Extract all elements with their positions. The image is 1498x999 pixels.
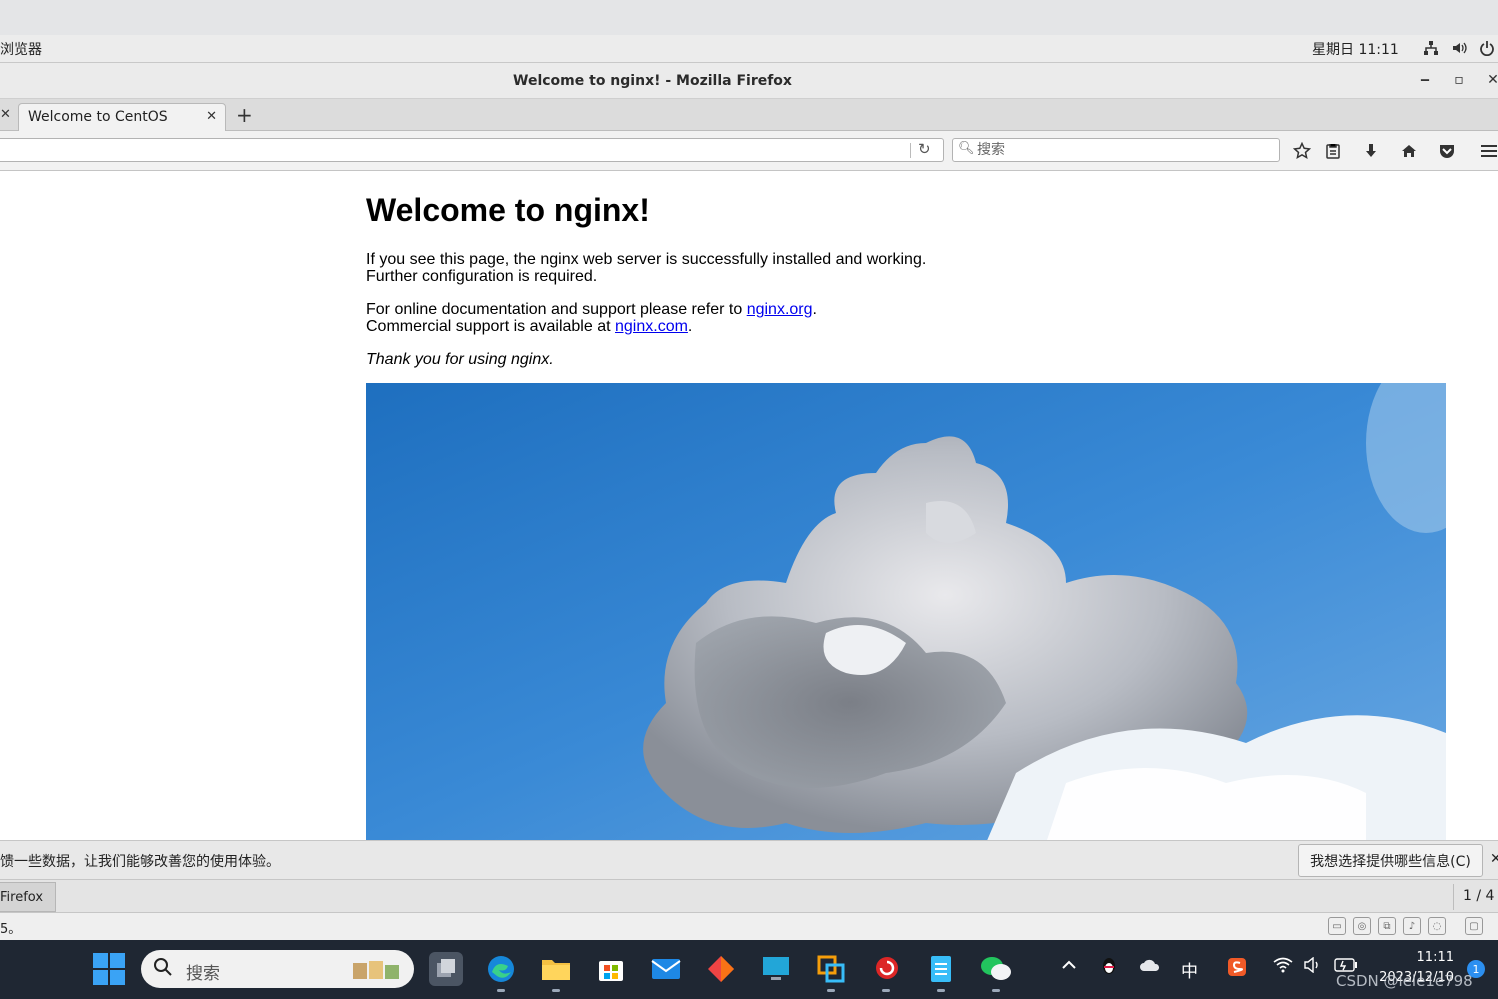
running-indicator <box>882 989 890 992</box>
usb-icon[interactable]: ◌ <box>1428 917 1446 935</box>
notification-bar: 馈一些数据，让我们能够改善您的使用体验。 我想选择提供哪些信息(C) ✕ <box>0 840 1498 880</box>
commercial-text: Commercial support is available at <box>366 318 615 335</box>
search-highlight-icon <box>353 961 399 979</box>
microsoft-store-icon[interactable] <box>594 952 628 986</box>
running-indicator <box>937 989 945 992</box>
docs-text: For online documentation and support ple… <box>366 301 747 318</box>
new-tab-button[interactable]: + <box>236 103 253 127</box>
hamburger-menu-icon[interactable] <box>1476 140 1498 162</box>
tab-label: Welcome to CentOS <box>28 109 168 125</box>
tab-strip: ✕ Welcome to CentOS ✕ + <box>0 99 1498 131</box>
wechat-icon[interactable] <box>979 952 1013 992</box>
gnome-clock[interactable]: 星期日 11:11 <box>1312 39 1399 59</box>
running-indicator <box>992 989 1000 992</box>
gnome-system-tray[interactable] <box>1422 38 1496 58</box>
power-icon[interactable] <box>1478 38 1496 58</box>
clock-time: 11:11 <box>1416 950 1454 965</box>
sogou-input-icon[interactable] <box>1227 957 1247 981</box>
close-notification-icon[interactable]: ✕ <box>1490 851 1498 867</box>
search-icon: 🔍︎ <box>958 141 975 156</box>
workspace-indicator[interactable]: 1 / 4 <box>1453 884 1498 910</box>
search-icon <box>153 957 173 982</box>
onedrive-cloud-icon[interactable] <box>1139 957 1161 976</box>
host-top-strip <box>0 0 1498 35</box>
activities-menu[interactable]: 浏览器 <box>0 39 42 59</box>
message-log-icon[interactable]: ▢ <box>1465 917 1483 935</box>
ime-indicator[interactable]: 中 <box>1181 957 1198 982</box>
reading-list-icon[interactable] <box>1321 140 1345 162</box>
vm-status-bar: 5。 ▭ ◎ ⧉ ♪ ◌ ▢ <box>0 913 1498 940</box>
running-indicator <box>827 989 835 992</box>
bookmark-star-icon[interactable] <box>1290 140 1314 162</box>
running-indicator <box>552 989 560 992</box>
speaker-icon[interactable] <box>1303 956 1323 977</box>
sound-card-icon[interactable]: ♪ <box>1403 917 1421 935</box>
cd-drive-icon[interactable]: ◎ <box>1353 917 1371 935</box>
task-firefox[interactable]: Firefox <box>0 882 56 912</box>
remote-desktop-icon[interactable] <box>759 952 793 986</box>
docs-paragraph: For online documentation and support ple… <box>366 301 817 318</box>
vm-device-icons: ▭ ◎ ⧉ ♪ ◌ ▢ <box>1328 917 1483 935</box>
csdn-watermark: CSDN @lele1e798 <box>1336 972 1473 990</box>
running-indicator <box>497 989 505 992</box>
url-bar[interactable]: ↻ <box>0 138 944 162</box>
hard-disk-icon[interactable]: ▭ <box>1328 917 1346 935</box>
volume-icon[interactable] <box>1450 38 1468 58</box>
reload-icon[interactable]: ↻ <box>918 140 931 158</box>
intro-line-1: If you see this page, the nginx web serv… <box>366 251 927 268</box>
home-icon[interactable] <box>1397 140 1421 162</box>
notification-message: 馈一些数据，让我们能够改善您的使用体验。 <box>0 854 280 870</box>
windows-taskbar: 搜索 中 11:11 2023/12/10 1 CSDN @lele1e798 <box>0 940 1498 999</box>
close-tab-icon[interactable]: ✕ <box>0 107 11 122</box>
vmware-icon[interactable] <box>814 952 848 992</box>
page-content: Welcome to nginx! If you see this page, … <box>0 171 1498 840</box>
urlbar-separator <box>910 143 911 158</box>
gnome-top-bar: 浏览器 星期日 11:11 <box>0 35 1498 63</box>
windows-search-box[interactable]: 搜索 <box>141 950 414 988</box>
network-icon[interactable] <box>1422 38 1440 58</box>
cloud-sky-image <box>366 383 1446 840</box>
search-bar[interactable]: 🔍︎ <box>952 138 1280 162</box>
close-window-button[interactable]: ✕ <box>1482 69 1498 91</box>
snail-app-icon[interactable] <box>869 952 903 992</box>
pocket-icon[interactable] <box>1435 140 1459 162</box>
maximize-button[interactable]: ▫ <box>1448 69 1470 91</box>
minimize-button[interactable]: ‒ <box>1414 69 1436 91</box>
page-heading: Welcome to nginx! <box>366 192 650 228</box>
window-list-bar: Firefox 1 / 4 <box>0 880 1498 913</box>
task-view-icon[interactable] <box>429 952 463 986</box>
nginx-org-link[interactable]: nginx.org <box>747 301 813 318</box>
network-adapter-icon[interactable]: ⧉ <box>1378 917 1396 935</box>
windows-start-icon[interactable] <box>93 953 125 985</box>
wifi-icon[interactable] <box>1273 957 1293 977</box>
edge-browser-icon[interactable] <box>484 952 518 992</box>
navigation-toolbar: ↻ 🔍︎ <box>0 131 1498 171</box>
nginx-com-link[interactable]: nginx.com <box>615 318 688 335</box>
windows-search-label: 搜索 <box>186 964 220 984</box>
window-title: Welcome to nginx! - Mozilla Firefox <box>513 73 792 89</box>
vm-status-text: 5。 <box>0 922 22 937</box>
file-explorer-icon[interactable] <box>539 952 573 992</box>
docs-suffix: . <box>812 301 817 318</box>
mail-icon[interactable] <box>649 952 683 986</box>
commercial-suffix: . <box>687 318 693 335</box>
search-input[interactable] <box>977 141 1267 159</box>
chevron-up-icon[interactable] <box>1061 957 1077 977</box>
git-client-icon[interactable] <box>704 952 738 986</box>
notepad-icon[interactable] <box>924 952 958 992</box>
choose-data-button[interactable]: 我想选择提供哪些信息(C) <box>1298 844 1483 877</box>
tab-welcome-centos[interactable]: Welcome to CentOS ✕ <box>18 103 226 131</box>
intro-line-2: Further configuration is required. <box>366 268 598 285</box>
thanks-text: Thank you for using nginx. <box>366 351 554 368</box>
window-titlebar[interactable]: Welcome to nginx! - Mozilla Firefox ‒ ▫ … <box>0 63 1498 99</box>
qq-penguin-icon[interactable] <box>1100 957 1118 981</box>
close-tab-icon[interactable]: ✕ <box>206 109 217 124</box>
downloads-icon[interactable] <box>1359 140 1383 162</box>
commercial-paragraph: Commercial support is available at nginx… <box>366 318 692 335</box>
